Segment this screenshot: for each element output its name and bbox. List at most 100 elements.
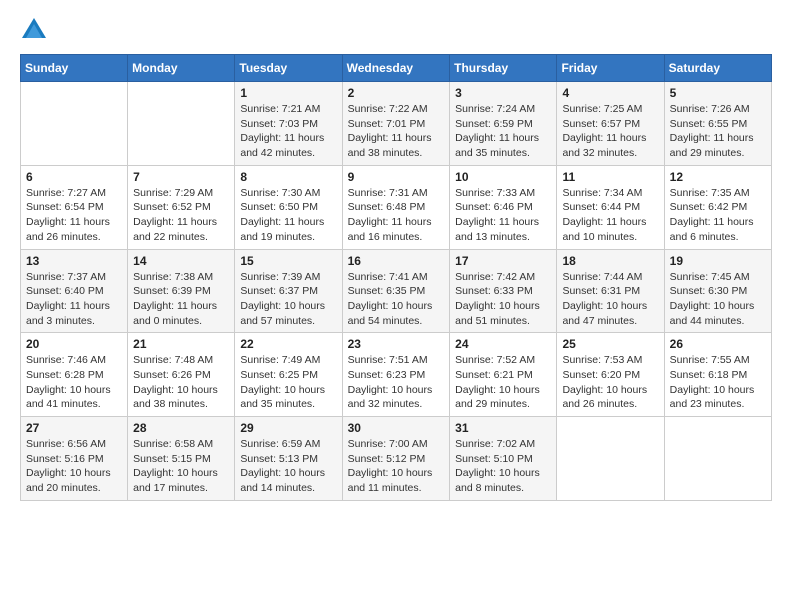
day-number: 28 <box>133 421 229 435</box>
calendar-cell: 18 Sunrise: 7:44 AMSunset: 6:31 PMDayligh… <box>557 249 664 333</box>
day-number: 30 <box>348 421 445 435</box>
day-number: 9 <box>348 170 445 184</box>
day-number: 19 <box>670 254 766 268</box>
day-number: 18 <box>562 254 658 268</box>
calendar-cell <box>664 417 771 501</box>
weekday-header-monday: Monday <box>128 55 235 82</box>
day-detail: Sunrise: 7:00 AMSunset: 5:12 PMDaylight:… <box>348 437 445 496</box>
day-number: 7 <box>133 170 229 184</box>
day-detail: Sunrise: 7:38 AMSunset: 6:39 PMDaylight:… <box>133 270 229 329</box>
calendar-cell: 30 Sunrise: 7:00 AMSunset: 5:12 PMDayligh… <box>342 417 450 501</box>
day-number: 16 <box>348 254 445 268</box>
logo-icon <box>20 16 48 44</box>
day-detail: Sunrise: 7:02 AMSunset: 5:10 PMDaylight:… <box>455 437 551 496</box>
day-number: 2 <box>348 86 445 100</box>
day-detail: Sunrise: 7:29 AMSunset: 6:52 PMDaylight:… <box>133 186 229 245</box>
day-number: 22 <box>240 337 336 351</box>
calendar-cell: 22 Sunrise: 7:49 AMSunset: 6:25 PMDayligh… <box>235 333 342 417</box>
day-detail: Sunrise: 7:49 AMSunset: 6:25 PMDaylight:… <box>240 353 336 412</box>
weekday-header-row: SundayMondayTuesdayWednesdayThursdayFrid… <box>21 55 772 82</box>
day-number: 27 <box>26 421 122 435</box>
calendar-cell: 4 Sunrise: 7:25 AMSunset: 6:57 PMDaylight… <box>557 82 664 166</box>
day-detail: Sunrise: 7:55 AMSunset: 6:18 PMDaylight:… <box>670 353 766 412</box>
day-detail: Sunrise: 7:33 AMSunset: 6:46 PMDaylight:… <box>455 186 551 245</box>
calendar-cell: 19 Sunrise: 7:45 AMSunset: 6:30 PMDayligh… <box>664 249 771 333</box>
week-row-3: 13 Sunrise: 7:37 AMSunset: 6:40 PMDayligh… <box>21 249 772 333</box>
day-number: 17 <box>455 254 551 268</box>
calendar-cell: 16 Sunrise: 7:41 AMSunset: 6:35 PMDayligh… <box>342 249 450 333</box>
day-detail: Sunrise: 7:41 AMSunset: 6:35 PMDaylight:… <box>348 270 445 329</box>
calendar-cell: 25 Sunrise: 7:53 AMSunset: 6:20 PMDayligh… <box>557 333 664 417</box>
day-number: 10 <box>455 170 551 184</box>
day-detail: Sunrise: 7:22 AMSunset: 7:01 PMDaylight:… <box>348 102 445 161</box>
day-number: 29 <box>240 421 336 435</box>
calendar-cell: 11 Sunrise: 7:34 AMSunset: 6:44 PMDayligh… <box>557 165 664 249</box>
day-detail: Sunrise: 7:37 AMSunset: 6:40 PMDaylight:… <box>26 270 122 329</box>
week-row-4: 20Sunrise: 7:46 AMSunset: 6:28 PMDayligh… <box>21 333 772 417</box>
calendar-cell: 13 Sunrise: 7:37 AMSunset: 6:40 PMDayligh… <box>21 249 128 333</box>
weekday-header-wednesday: Wednesday <box>342 55 450 82</box>
calendar-cell: 28 Sunrise: 6:58 AMSunset: 5:15 PMDayligh… <box>128 417 235 501</box>
week-row-5: 27 Sunrise: 6:56 AMSunset: 5:16 PMDayligh… <box>21 417 772 501</box>
calendar-cell: 2 Sunrise: 7:22 AMSunset: 7:01 PMDaylight… <box>342 82 450 166</box>
weekday-header-saturday: Saturday <box>664 55 771 82</box>
calendar-cell: 7 Sunrise: 7:29 AMSunset: 6:52 PMDaylight… <box>128 165 235 249</box>
day-number: 3 <box>455 86 551 100</box>
calendar-cell: 20Sunrise: 7:46 AMSunset: 6:28 PMDayligh… <box>21 333 128 417</box>
day-detail: Sunrise: 7:45 AMSunset: 6:30 PMDaylight:… <box>670 270 766 329</box>
calendar-cell: 9 Sunrise: 7:31 AMSunset: 6:48 PMDaylight… <box>342 165 450 249</box>
day-number: 24 <box>455 337 551 351</box>
day-number: 12 <box>670 170 766 184</box>
day-detail: Sunrise: 7:25 AMSunset: 6:57 PMDaylight:… <box>562 102 658 161</box>
day-number: 21 <box>133 337 229 351</box>
day-detail: Sunrise: 6:58 AMSunset: 5:15 PMDaylight:… <box>133 437 229 496</box>
day-detail: Sunrise: 7:44 AMSunset: 6:31 PMDaylight:… <box>562 270 658 329</box>
calendar-cell: 27 Sunrise: 6:56 AMSunset: 5:16 PMDayligh… <box>21 417 128 501</box>
day-detail: Sunrise: 7:52 AMSunset: 6:21 PMDaylight:… <box>455 353 551 412</box>
weekday-header-friday: Friday <box>557 55 664 82</box>
day-number: 8 <box>240 170 336 184</box>
day-number: 1 <box>240 86 336 100</box>
day-detail: Sunrise: 7:42 AMSunset: 6:33 PMDaylight:… <box>455 270 551 329</box>
day-detail: Sunrise: 7:34 AMSunset: 6:44 PMDaylight:… <box>562 186 658 245</box>
weekday-header-tuesday: Tuesday <box>235 55 342 82</box>
calendar-body: 1Sunrise: 7:21 AMSunset: 7:03 PMDaylight… <box>21 82 772 501</box>
week-row-2: 6 Sunrise: 7:27 AMSunset: 6:54 PMDaylight… <box>21 165 772 249</box>
day-detail: Sunrise: 7:46 AMSunset: 6:28 PMDaylight:… <box>26 353 122 412</box>
day-detail: Sunrise: 7:39 AMSunset: 6:37 PMDaylight:… <box>240 270 336 329</box>
calendar-cell: 15Sunrise: 7:39 AMSunset: 6:37 PMDayligh… <box>235 249 342 333</box>
day-number: 14 <box>133 254 229 268</box>
calendar-cell: 31Sunrise: 7:02 AMSunset: 5:10 PMDayligh… <box>450 417 557 501</box>
calendar-cell <box>557 417 664 501</box>
day-detail: Sunrise: 7:24 AMSunset: 6:59 PMDaylight:… <box>455 102 551 161</box>
day-number: 13 <box>26 254 122 268</box>
day-detail: Sunrise: 7:30 AMSunset: 6:50 PMDaylight:… <box>240 186 336 245</box>
day-detail: Sunrise: 7:35 AMSunset: 6:42 PMDaylight:… <box>670 186 766 245</box>
day-detail: Sunrise: 7:31 AMSunset: 6:48 PMDaylight:… <box>348 186 445 245</box>
logo <box>20 16 52 44</box>
day-detail: Sunrise: 7:51 AMSunset: 6:23 PMDaylight:… <box>348 353 445 412</box>
day-number: 6 <box>26 170 122 184</box>
day-number: 11 <box>562 170 658 184</box>
day-detail: Sunrise: 7:27 AMSunset: 6:54 PMDaylight:… <box>26 186 122 245</box>
day-number: 26 <box>670 337 766 351</box>
calendar-cell: 3 Sunrise: 7:24 AMSunset: 6:59 PMDaylight… <box>450 82 557 166</box>
calendar-cell: 26 Sunrise: 7:55 AMSunset: 6:18 PMDayligh… <box>664 333 771 417</box>
calendar: SundayMondayTuesdayWednesdayThursdayFrid… <box>20 54 772 501</box>
day-detail: Sunrise: 6:56 AMSunset: 5:16 PMDaylight:… <box>26 437 122 496</box>
calendar-cell: 6 Sunrise: 7:27 AMSunset: 6:54 PMDaylight… <box>21 165 128 249</box>
calendar-cell: 1Sunrise: 7:21 AMSunset: 7:03 PMDaylight… <box>235 82 342 166</box>
week-row-1: 1Sunrise: 7:21 AMSunset: 7:03 PMDaylight… <box>21 82 772 166</box>
day-detail: Sunrise: 7:53 AMSunset: 6:20 PMDaylight:… <box>562 353 658 412</box>
calendar-cell <box>128 82 235 166</box>
calendar-cell <box>21 82 128 166</box>
day-number: 25 <box>562 337 658 351</box>
weekday-header-thursday: Thursday <box>450 55 557 82</box>
day-number: 5 <box>670 86 766 100</box>
day-number: 4 <box>562 86 658 100</box>
day-detail: Sunrise: 6:59 AMSunset: 5:13 PMDaylight:… <box>240 437 336 496</box>
weekday-header-sunday: Sunday <box>21 55 128 82</box>
calendar-cell: 12 Sunrise: 7:35 AMSunset: 6:42 PMDayligh… <box>664 165 771 249</box>
day-detail: Sunrise: 7:48 AMSunset: 6:26 PMDaylight:… <box>133 353 229 412</box>
calendar-cell: 17 Sunrise: 7:42 AMSunset: 6:33 PMDayligh… <box>450 249 557 333</box>
